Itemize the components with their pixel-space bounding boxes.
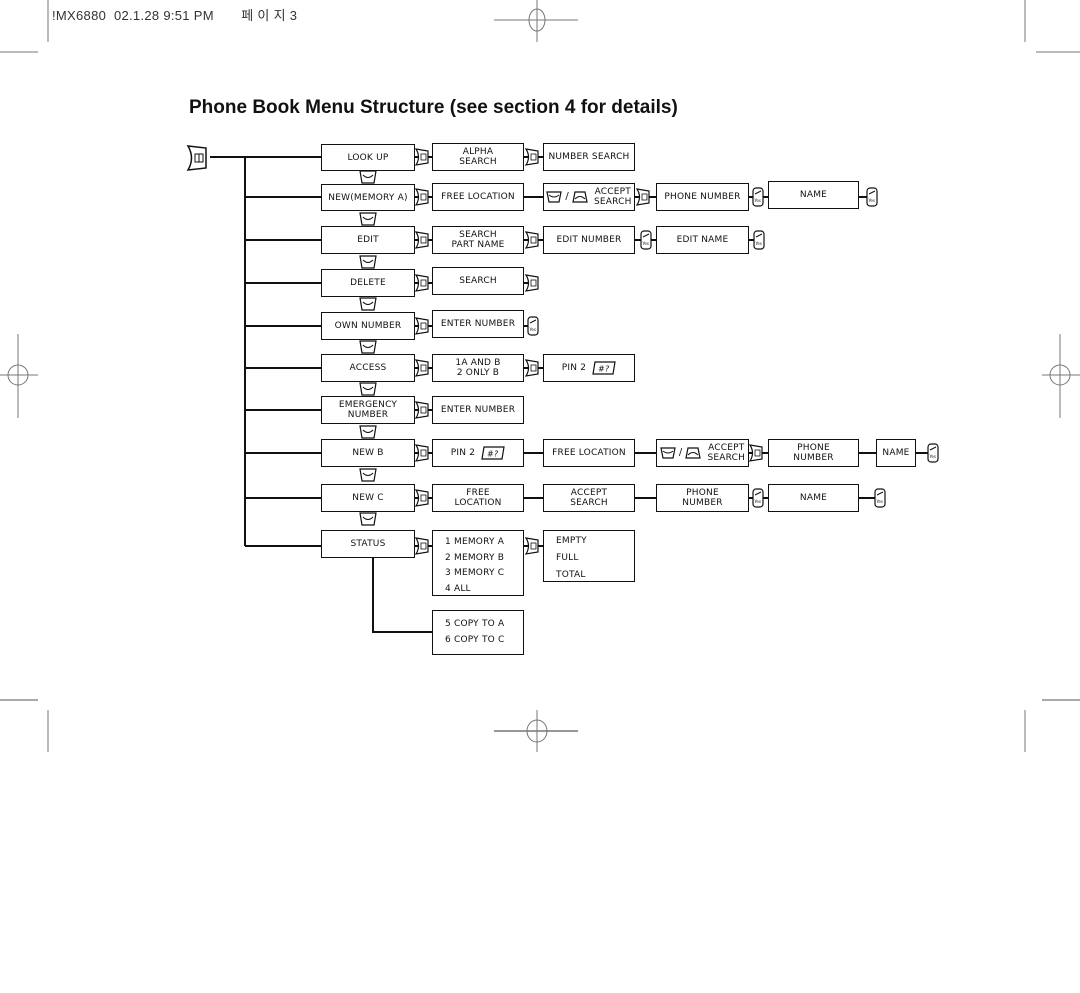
menu-key-icon bbox=[525, 537, 539, 555]
scroll-down-key-icon bbox=[359, 297, 377, 311]
yes-key-icon bbox=[927, 443, 939, 463]
menu-key-icon bbox=[415, 359, 429, 377]
menu-key-icon bbox=[415, 444, 429, 462]
menu-key-icon bbox=[415, 317, 429, 335]
menu-key-icon bbox=[525, 231, 539, 249]
yes-key-icon bbox=[752, 488, 764, 508]
menu-key-icon bbox=[415, 188, 429, 206]
yes-key-icon bbox=[866, 187, 878, 207]
yes-key-icon bbox=[640, 230, 652, 250]
yes-key-icon bbox=[527, 316, 539, 336]
scroll-down-key-icon bbox=[359, 340, 377, 354]
menu-key-icon bbox=[415, 401, 429, 419]
menu-key-icon bbox=[415, 274, 429, 292]
menu-key-icon bbox=[636, 188, 650, 206]
scroll-down-key-icon bbox=[359, 468, 377, 482]
yes-key-icon bbox=[753, 230, 765, 250]
scroll-down-key-icon bbox=[359, 170, 377, 184]
menu-key-icon bbox=[415, 231, 429, 249]
menu-key-icon bbox=[525, 359, 539, 377]
scroll-down-key-icon bbox=[359, 212, 377, 226]
menu-key-icon bbox=[415, 489, 429, 507]
menu-key-icon bbox=[415, 537, 429, 555]
yes-key-icon bbox=[874, 488, 886, 508]
scroll-down-key-icon bbox=[359, 255, 377, 269]
scroll-down-key-icon bbox=[359, 382, 377, 396]
scroll-down-key-icon bbox=[359, 512, 377, 526]
scroll-down-key-icon bbox=[359, 425, 377, 439]
key-icons: Yes bbox=[359, 148, 939, 555]
menu-key-icon bbox=[525, 148, 539, 166]
menu-key-icon bbox=[415, 148, 429, 166]
menu-key-icon bbox=[525, 274, 539, 292]
menu-key-icon bbox=[749, 444, 763, 462]
yes-key-icon bbox=[752, 187, 764, 207]
